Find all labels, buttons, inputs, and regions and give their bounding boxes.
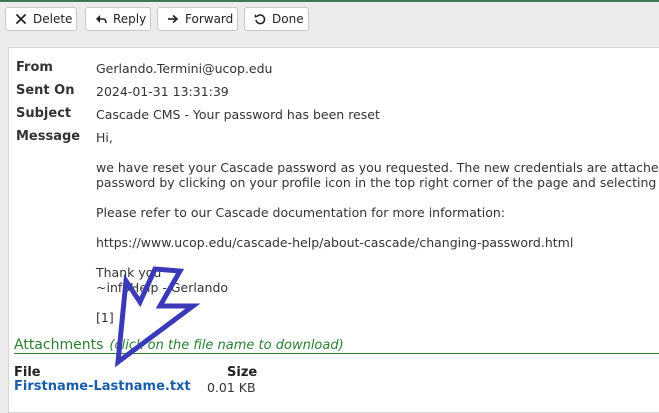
message-toolbar: Delete Reply Forward Done: [0, 2, 659, 36]
from-label: From: [16, 60, 53, 75]
message-line: password by clicking on your profile ico…: [96, 175, 659, 190]
reply-button-label: Reply: [113, 12, 147, 26]
message-panel: From Gerlando.Termini@ucop.edu Sent On 2…: [8, 47, 659, 413]
sent-on-value: 2024-01-31 13:31:39: [96, 84, 229, 99]
forward-button[interactable]: Forward: [157, 7, 238, 31]
undo-circle-icon: [254, 13, 266, 25]
size-column-header: Size: [227, 365, 258, 380]
message-footnote: [1]: [96, 310, 114, 325]
reply-arrow-icon: [95, 13, 107, 25]
attachments-title: Attachments: [14, 337, 104, 353]
message-signature: ~infoHelp - Gerlando: [96, 280, 229, 295]
forward-button-label: Forward: [185, 12, 234, 26]
file-column-header: File: [14, 365, 41, 380]
from-value: Gerlando.Termini@ucop.edu: [96, 61, 273, 76]
delete-button[interactable]: Delete: [5, 7, 77, 31]
attachments-divider: [14, 353, 659, 354]
message-signoff: Thank you: [96, 265, 162, 280]
done-button[interactable]: Done: [244, 7, 309, 31]
message-url: https://www.ucop.edu/cascade-help/about-…: [96, 235, 574, 250]
attachment-file-link[interactable]: Firstname-Lastname.txt: [14, 379, 191, 394]
reply-button[interactable]: Reply: [85, 7, 151, 31]
subject-value: Cascade CMS - Your password has been res…: [96, 107, 380, 122]
subject-label: Subject: [16, 106, 72, 121]
message-line: Please refer to our Cascade documentatio…: [96, 205, 506, 220]
delete-button-label: Delete: [33, 12, 73, 26]
done-button-label: Done: [272, 12, 304, 26]
attachments-hint: (click on the file name to download): [109, 338, 344, 353]
attachment-file-size: 0.01 KB: [207, 380, 256, 395]
attachments-heading: Attachments (click on the file name to do…: [14, 337, 344, 353]
forward-arrow-icon: [167, 13, 179, 25]
message-label: Message: [16, 129, 81, 144]
message-greeting: Hi,: [96, 130, 113, 145]
x-icon: [15, 13, 27, 25]
sent-on-label: Sent On: [16, 83, 75, 98]
message-line: we have reset your Cascade password as y…: [96, 160, 659, 175]
